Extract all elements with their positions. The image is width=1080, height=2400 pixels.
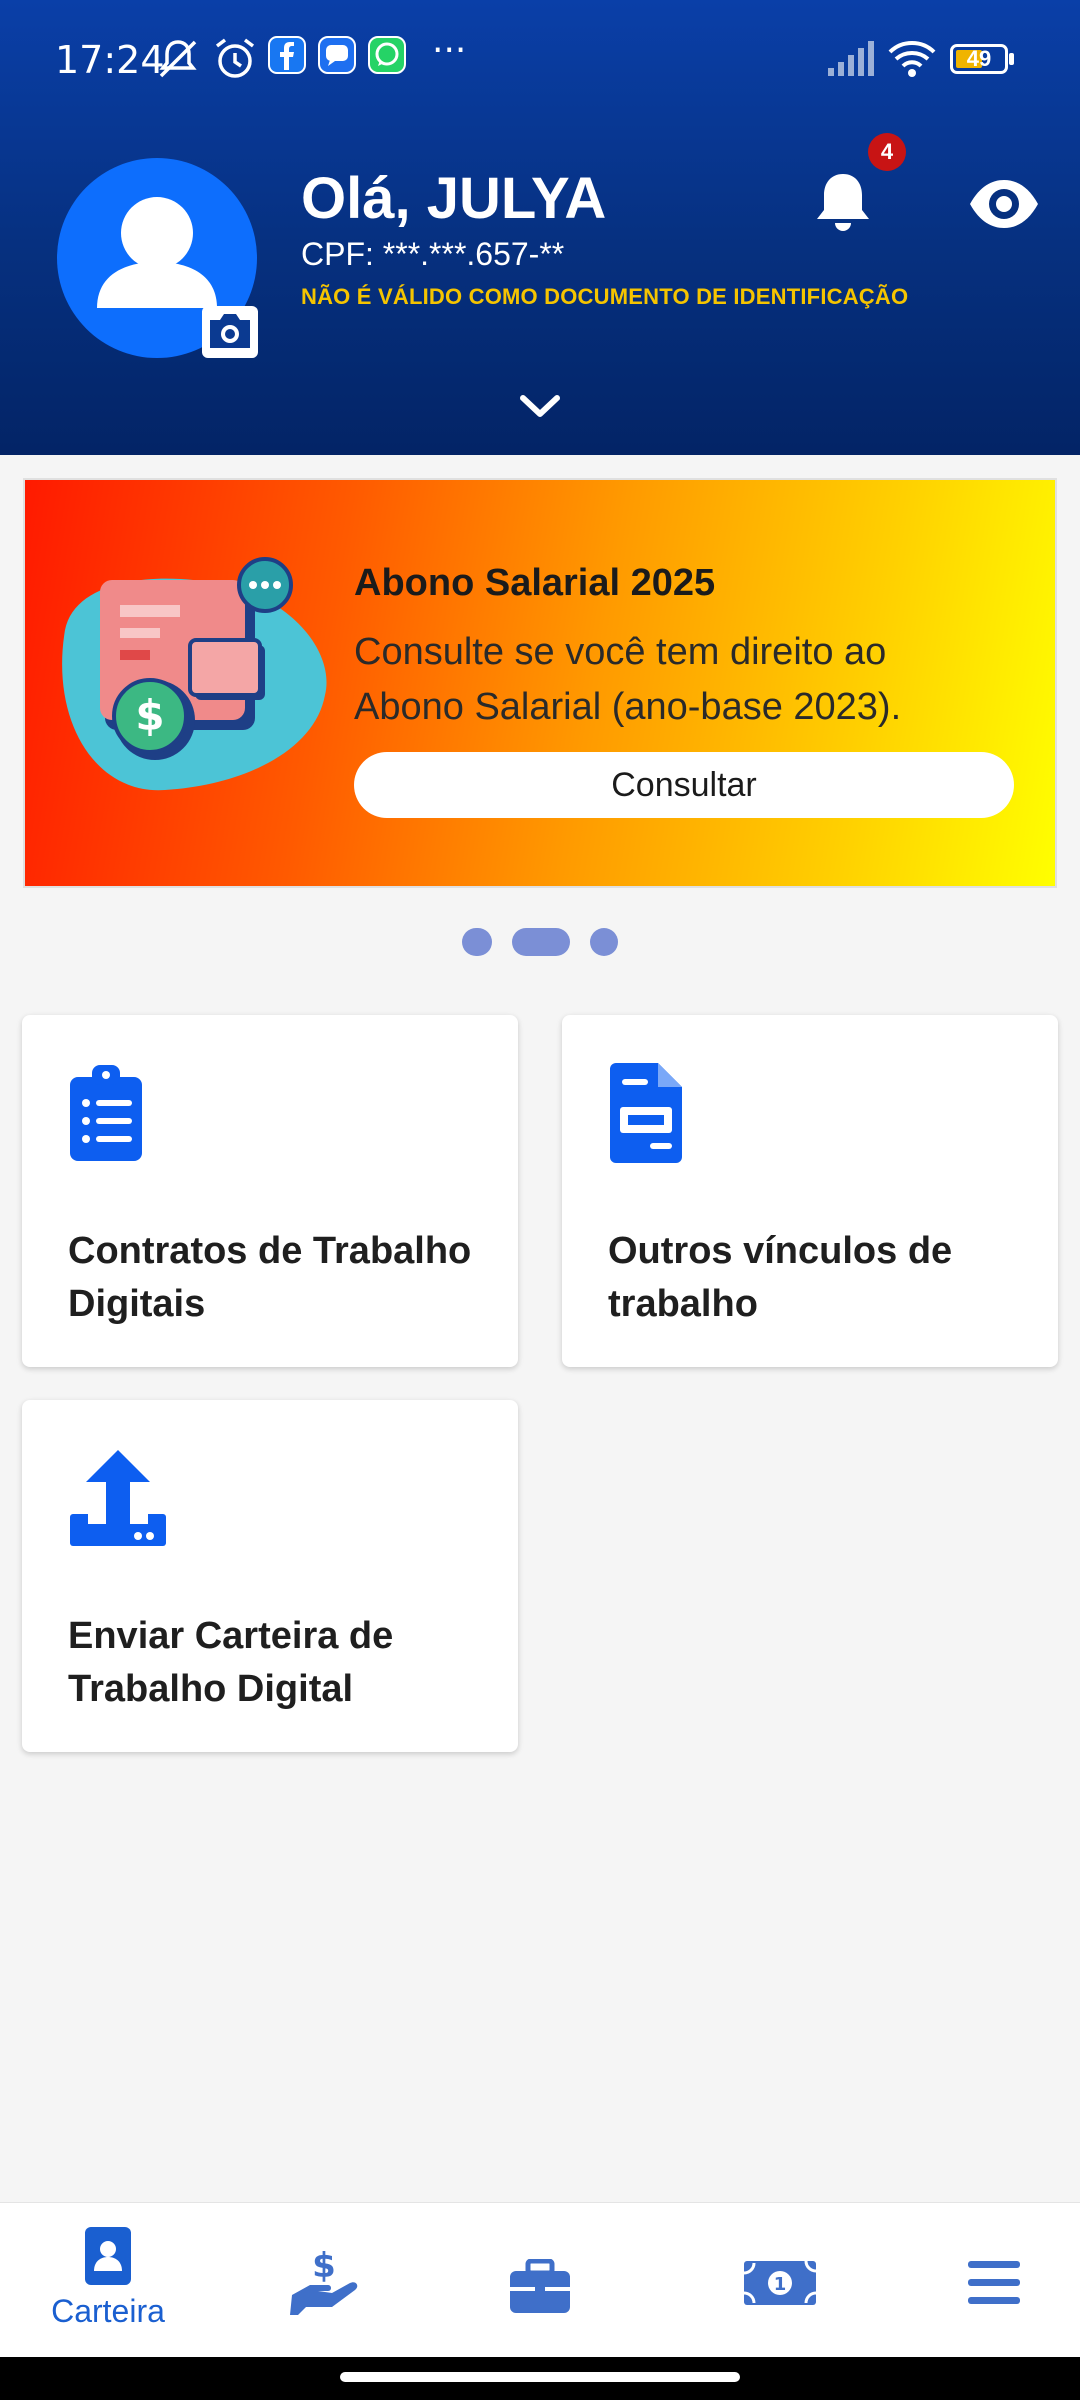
nav-carteira[interactable]: Carteira (28, 2203, 188, 2358)
profile-header: 17:24 ··· 49 Olá, JULYA CPF: ***.***.657… (0, 0, 1080, 455)
carousel-indicator (0, 928, 1080, 958)
carousel-dot-active[interactable] (512, 928, 570, 956)
status-time: 17:24 (55, 38, 165, 82)
wifi-icon (888, 41, 936, 77)
clipboard-list-icon (70, 1065, 142, 1161)
card-contratos-digitais[interactable]: Contratos de Trabalho Digitais (22, 1015, 518, 1367)
nav-payments[interactable]: 1 (700, 2203, 860, 2358)
chevron-down-icon[interactable] (518, 388, 562, 424)
facebook-icon (268, 36, 306, 74)
card-enviar-carteira[interactable]: Enviar Carteira de Trabalho Digital (22, 1400, 518, 1752)
menu-icon (968, 2261, 1020, 2304)
id-notice: NÃO É VÁLIDO COMO DOCUMENTO DE IDENTIFIC… (301, 284, 909, 309)
document-icon (610, 1063, 682, 1163)
camera-icon (210, 314, 250, 348)
abono-banner[interactable]: $ Abono Salarial 2025 Consulte se você t… (23, 478, 1057, 888)
nav-jobs[interactable] (460, 2203, 620, 2358)
wallet-id-icon (85, 2227, 131, 2285)
carousel-dot[interactable] (590, 928, 618, 956)
svg-text:$: $ (312, 2247, 336, 2286)
status-bar: 17:24 ··· 49 (0, 0, 1080, 120)
hand-money-icon: $ (290, 2247, 358, 2315)
carousel-dot[interactable] (462, 928, 492, 956)
home-gesture-bar[interactable] (340, 2372, 740, 2382)
nav-benefits[interactable]: $ (244, 2203, 404, 2358)
banknote-icon: 1 (743, 2260, 817, 2305)
notification-bell-icon[interactable] (808, 168, 878, 238)
cpf-number: CPF: ***.***.657-** (301, 236, 565, 272)
wallet-illustration-icon: $ (62, 557, 327, 791)
nav-menu[interactable] (914, 2203, 1074, 2358)
card-label: Enviar Carteira de Trabalho Digital (68, 1615, 394, 1710)
bottom-navigation: Carteira $ 1 (0, 2202, 1080, 2358)
notification-count-badge: 4 (868, 133, 906, 171)
nav-label: Carteira (51, 2293, 165, 2329)
toggle-visibility-eye-icon[interactable] (968, 176, 1040, 232)
svg-text:1: 1 (774, 2274, 787, 2295)
signal-icon (828, 41, 874, 76)
card-label: Contratos de Trabalho Digitais (68, 1230, 472, 1325)
briefcase-icon (510, 2259, 570, 2313)
card-outros-vinculos[interactable]: Outros vínculos de trabalho (562, 1015, 1058, 1367)
change-photo-button[interactable] (202, 306, 258, 358)
gesture-area (0, 2357, 1080, 2400)
battery-icon: 49 (950, 44, 1014, 76)
messenger-icon (318, 36, 356, 74)
consultar-button[interactable]: Consultar (354, 752, 1014, 818)
banner-description: Consulte se você tem direito ao Abono Sa… (354, 631, 902, 728)
upload-icon (70, 1450, 166, 1546)
battery-level: 49 (966, 46, 992, 71)
whatsapp-icon (368, 36, 406, 74)
svg-text:$: $ (135, 691, 164, 740)
greeting: Olá, JULYA (301, 166, 607, 231)
status-more: ··· (432, 30, 467, 71)
alarm-icon (215, 38, 255, 78)
banner-title: Abono Salarial 2025 (354, 562, 716, 604)
bell-muted-icon (159, 40, 197, 78)
card-label: Outros vínculos de trabalho (608, 1230, 953, 1325)
